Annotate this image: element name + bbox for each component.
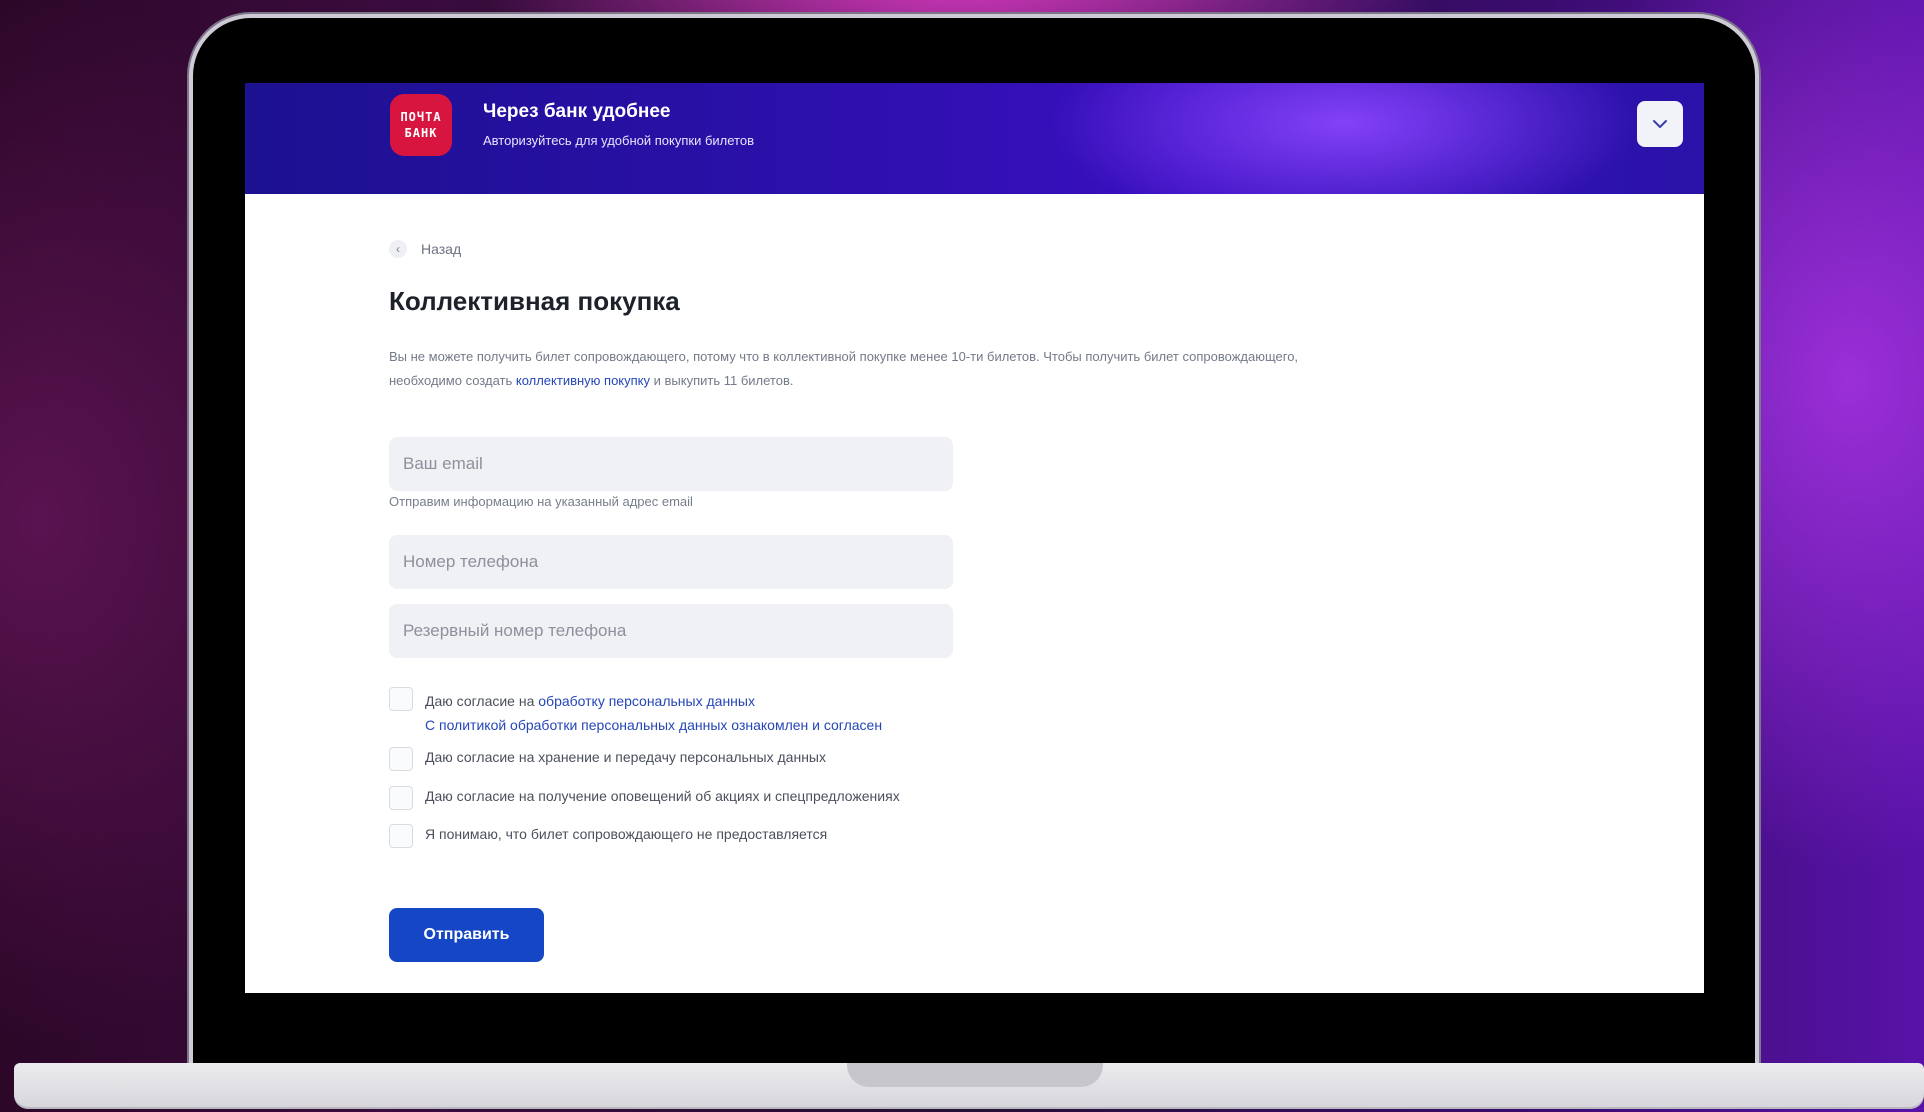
bank-logo: ПОЧТА БАНК: [390, 94, 452, 156]
browser-viewport: ПОЧТА БАНК Через банк удобнее Авторизуйт…: [245, 83, 1704, 993]
consent-label: Даю согласие на получение оповещений об …: [425, 788, 900, 804]
consent-checkbox[interactable]: [389, 687, 413, 711]
consent-personal-data: Даю согласие на обработку персональных д…: [389, 687, 882, 737]
consent-label: Даю согласие на хранение и передачу перс…: [425, 749, 826, 765]
consent-checkbox[interactable]: [389, 747, 413, 771]
consent-no-escort-ticket: Я понимаю, что билет сопровождающего не …: [389, 824, 828, 848]
page-description: Вы не можете получить билет сопровождающ…: [389, 345, 1329, 393]
bank-promo-banner: ПОЧТА БАНК Через банк удобнее Авторизуйт…: [245, 83, 1704, 194]
privacy-policy-link[interactable]: С политикой обработки персональных данны…: [425, 713, 882, 737]
back-link[interactable]: ‹ Назад: [389, 240, 461, 258]
consent-label: Даю согласие на: [425, 693, 539, 709]
bank-logo-line1: ПОЧТА: [400, 110, 442, 124]
chevron-down-icon: [1653, 120, 1667, 128]
consent-checkbox[interactable]: [389, 824, 413, 848]
email-field[interactable]: [389, 437, 953, 491]
bank-logo-line2: БАНК: [404, 126, 438, 140]
group-purchase-link[interactable]: коллективную покупку: [516, 373, 650, 388]
description-text-2: и выкупить 11 билетов.: [650, 373, 794, 388]
banner-subtitle: Авторизуйтесь для удобной покупки билето…: [483, 133, 754, 148]
submit-button[interactable]: Отправить: [389, 908, 544, 962]
back-arrow-icon: ‹: [389, 240, 407, 258]
consent-label: Я понимаю, что билет сопровождающего не …: [425, 826, 828, 842]
banner-title: Через банк удобнее: [483, 101, 671, 122]
consent-storage: Даю согласие на хранение и передачу перс…: [389, 747, 826, 771]
email-hint: Отправим информацию на указанный адрес e…: [389, 494, 693, 509]
page-title: Коллективная покупка: [389, 286, 680, 316]
reserve-phone-field[interactable]: [389, 604, 953, 658]
consent-checkbox[interactable]: [389, 786, 413, 810]
banner-expand-button[interactable]: [1637, 101, 1683, 147]
personal-data-link[interactable]: обработку персональных данных: [538, 693, 755, 709]
back-label: Назад: [421, 241, 462, 257]
laptop-notch: [847, 1063, 1103, 1087]
consent-notifications: Даю согласие на получение оповещений об …: [389, 786, 900, 810]
phone-field[interactable]: [389, 535, 953, 589]
